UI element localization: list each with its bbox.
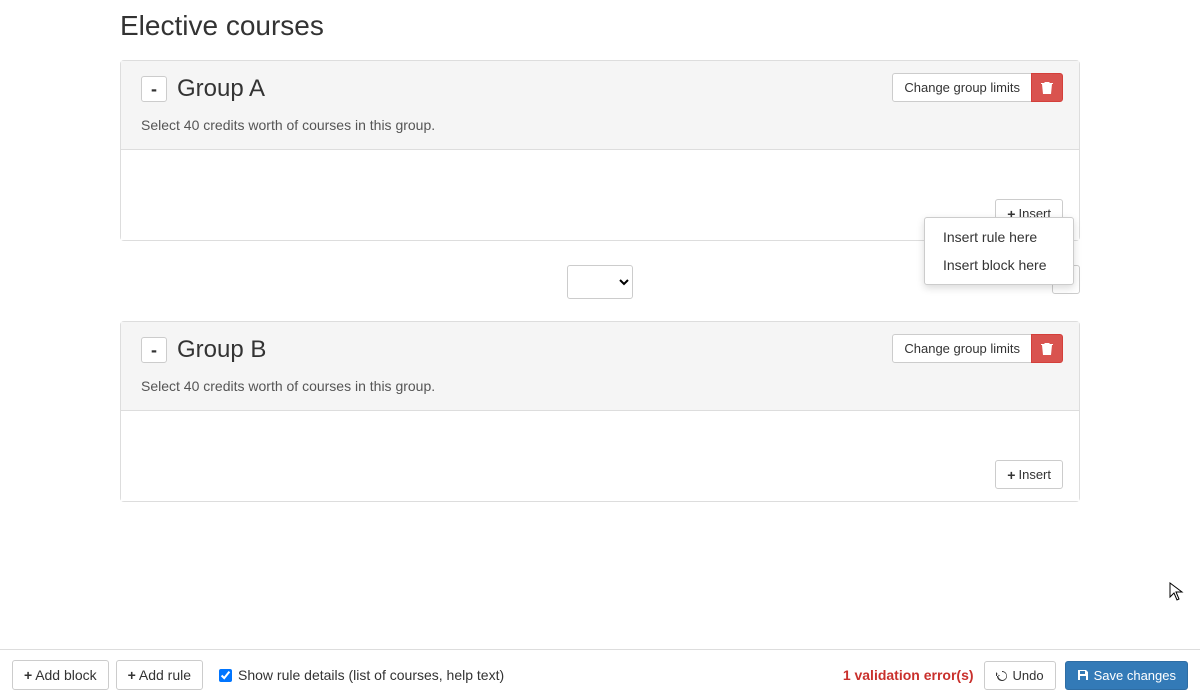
- operator-select-wrap: [567, 265, 633, 299]
- add-block-label: Add block: [35, 667, 96, 683]
- collapse-button[interactable]: -: [141, 337, 167, 363]
- undo-label: Undo: [1013, 668, 1044, 683]
- insert-block-menu-item[interactable]: Insert block here: [925, 251, 1073, 279]
- save-icon: [1077, 669, 1089, 681]
- delete-group-button[interactable]: [1031, 334, 1063, 363]
- group-description: Select 40 credits worth of courses in th…: [141, 117, 1059, 133]
- group-name: Group A: [177, 75, 265, 103]
- footer-bar: + Add block + Add rule Show rule details…: [0, 649, 1200, 700]
- collapse-button[interactable]: -: [141, 76, 167, 102]
- page-title: Elective courses: [120, 10, 1080, 42]
- insert-label: Insert: [1018, 467, 1051, 482]
- trash-icon: [1041, 81, 1053, 95]
- insert-button[interactable]: + Insert: [995, 460, 1063, 489]
- group-description: Select 40 credits worth of courses in th…: [141, 378, 1059, 394]
- group-block-b: - Group B Change group limits Select 40 …: [120, 321, 1080, 502]
- undo-button[interactable]: Undo: [984, 661, 1056, 690]
- insert-dropdown: Insert rule here Insert block here: [924, 217, 1074, 285]
- add-block-button[interactable]: + Add block: [12, 660, 109, 690]
- trash-icon: [1041, 342, 1053, 356]
- group-header: - Group B Change group limits Select 40 …: [121, 322, 1079, 411]
- save-label: Save changes: [1094, 668, 1176, 683]
- validation-error-text: 1 validation error(s): [843, 667, 974, 683]
- show-details-label: Show rule details (list of courses, help…: [238, 667, 504, 683]
- group-body: + Insert: [121, 411, 1079, 501]
- plus-icon: +: [128, 668, 136, 682]
- plus-icon: +: [1007, 468, 1015, 482]
- undo-icon: [996, 669, 1008, 681]
- cursor-icon: [1169, 582, 1185, 602]
- operator-select[interactable]: [567, 265, 633, 299]
- mid-row: t Insert rule here Insert block here: [120, 265, 1080, 299]
- change-group-limits-button[interactable]: Change group limits: [892, 73, 1032, 102]
- save-changes-button[interactable]: Save changes: [1065, 661, 1188, 690]
- insert-rule-menu-item[interactable]: Insert rule here: [925, 223, 1073, 251]
- group-header: - Group A Change group limits Select 40 …: [121, 61, 1079, 150]
- group-block-a: - Group A Change group limits Select 40 …: [120, 60, 1080, 241]
- show-details-checkbox-wrap[interactable]: Show rule details (list of courses, help…: [219, 667, 504, 683]
- show-details-checkbox[interactable]: [219, 669, 232, 682]
- change-group-limits-button[interactable]: Change group limits: [892, 334, 1032, 363]
- plus-icon: +: [24, 668, 32, 682]
- add-rule-button[interactable]: + Add rule: [116, 660, 203, 690]
- group-name: Group B: [177, 336, 266, 364]
- add-rule-label: Add rule: [139, 667, 191, 683]
- delete-group-button[interactable]: [1031, 73, 1063, 102]
